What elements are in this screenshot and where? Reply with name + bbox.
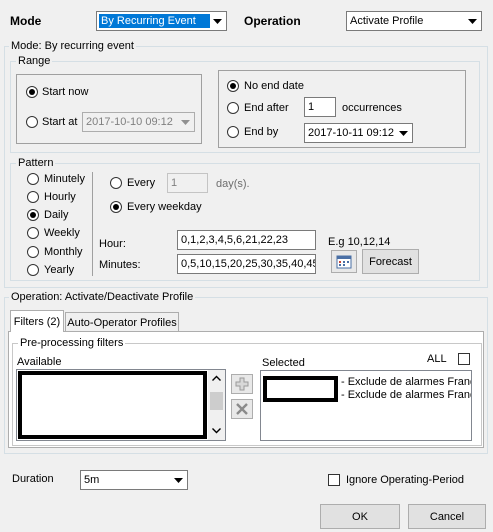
end-by-value: 2017-10-11 09:12	[308, 127, 395, 139]
operation-label: Operation	[244, 14, 301, 28]
frequency-radio-monthly[interactable]	[27, 246, 39, 258]
frequency-radio-weekly[interactable]	[27, 227, 39, 239]
cancel-button[interactable]: Cancel	[408, 504, 486, 529]
start-at-radio[interactable]	[26, 116, 38, 128]
start-now-label: Start now	[42, 86, 89, 98]
hour-label: Hour:	[99, 238, 126, 250]
frequency-label-monthly: Monthly	[44, 246, 83, 258]
no-end-date-radio[interactable]	[227, 80, 239, 92]
selected-label: Selected	[262, 357, 305, 369]
ignore-operating-period-label: Ignore Operating-Period	[346, 474, 465, 486]
start-at-datetime[interactable]: 2017-10-10 09:12	[82, 112, 195, 132]
operation-value: Activate Profile	[350, 15, 424, 27]
start-at-label: Start at	[42, 116, 78, 128]
frequency-label-hourly: Hourly	[44, 191, 76, 203]
ok-button[interactable]: OK	[320, 504, 400, 529]
redacted-block	[263, 376, 338, 402]
chevron-down-icon[interactable]	[171, 472, 186, 488]
ignore-operating-period-checkbox[interactable]	[328, 474, 340, 486]
all-checkbox[interactable]	[458, 353, 470, 365]
operation-group-title: Operation: Activate/Deactivate Profile	[9, 291, 196, 303]
end-by-radio[interactable]	[227, 126, 239, 138]
frequency-radio-minutely[interactable]	[27, 173, 39, 185]
frequency-label-daily: Daily	[44, 209, 69, 221]
forecast-button[interactable]: Forecast	[362, 249, 419, 274]
remove-icon	[236, 403, 248, 415]
start-now-radio[interactable]	[26, 86, 38, 98]
end-after-label: End after	[244, 102, 289, 114]
list-item[interactable]: - Exclude de alarmes Franqu	[341, 376, 471, 389]
pattern-group-title: Pattern	[16, 157, 56, 169]
hour-input[interactable]: 0,1,2,3,4,5,6,21,22,23	[177, 230, 316, 250]
all-label: ALL	[427, 353, 447, 365]
chevron-down-icon[interactable]	[212, 428, 221, 434]
every-label: Every	[127, 177, 156, 189]
end-by-label: End by	[244, 126, 279, 138]
days-label: day(s).	[216, 178, 250, 190]
chevron-down-icon[interactable]	[465, 13, 480, 29]
mode-group-title: Mode: By recurring event	[9, 40, 136, 52]
duration-value: 5m	[84, 474, 100, 486]
plus-icon	[235, 377, 249, 391]
list-item[interactable]: - Exclude de alarmes Franqu	[341, 389, 471, 402]
preprocessing-title: Pre-processing filters	[18, 337, 126, 349]
redacted-block	[18, 371, 207, 439]
mode-select[interactable]: By Recurring Event	[96, 11, 227, 31]
operation-select[interactable]: Activate Profile	[346, 11, 482, 31]
chevron-down-icon[interactable]	[178, 114, 193, 130]
end-after-radio[interactable]	[227, 102, 239, 114]
end-by-datetime[interactable]: 2017-10-11 09:12	[304, 123, 413, 143]
range-group-title: Range	[16, 55, 53, 67]
calendar-pick-button[interactable]	[331, 250, 357, 273]
available-scrollbar[interactable]	[208, 370, 225, 440]
frequency-radio-yearly[interactable]	[27, 264, 39, 276]
available-label: Available	[17, 356, 62, 368]
minutes-input[interactable]: 0,5,10,15,20,25,30,35,40,45	[177, 254, 316, 274]
pattern-divider	[92, 172, 93, 276]
occurrences-label: occurrences	[342, 102, 402, 114]
end-after-input[interactable]: 1	[304, 97, 336, 117]
minutes-label: Minutes:	[99, 259, 141, 271]
duration-label: Duration	[12, 473, 54, 485]
add-filter-button[interactable]	[231, 374, 253, 394]
frequency-radio-daily[interactable]	[27, 209, 39, 221]
frequency-label-yearly: Yearly	[44, 264, 75, 276]
calendar-icon	[336, 255, 352, 269]
start-at-value: 2017-10-10 09:12	[86, 116, 173, 128]
frequency-label-minutely: Minutely	[44, 173, 85, 185]
chevron-down-icon[interactable]	[396, 125, 411, 141]
tab-auto-operator-profiles[interactable]: Auto-Operator Profiles	[65, 312, 179, 332]
mode-label: Mode	[10, 14, 42, 28]
mode-value: By Recurring Event	[99, 14, 210, 28]
every-n-days-radio[interactable]	[110, 177, 122, 189]
remove-filter-button[interactable]	[231, 399, 253, 419]
scrollbar-thumb[interactable]	[210, 392, 223, 410]
every-weekday-radio[interactable]	[110, 201, 122, 213]
chevron-up-icon[interactable]	[212, 375, 221, 381]
frequency-radio-hourly[interactable]	[27, 191, 39, 203]
chevron-down-icon[interactable]	[210, 13, 225, 29]
every-days-input[interactable]: 1	[167, 173, 208, 193]
every-weekday-label: Every weekday	[127, 201, 202, 213]
tab-filters[interactable]: Filters (2)	[10, 310, 64, 332]
start-box	[16, 74, 202, 144]
example-label: E.g 10,12,14	[328, 236, 391, 248]
duration-select[interactable]: 5m	[80, 470, 188, 490]
no-end-date-label: No end date	[244, 80, 304, 92]
frequency-label-weekly: Weekly	[44, 227, 80, 239]
